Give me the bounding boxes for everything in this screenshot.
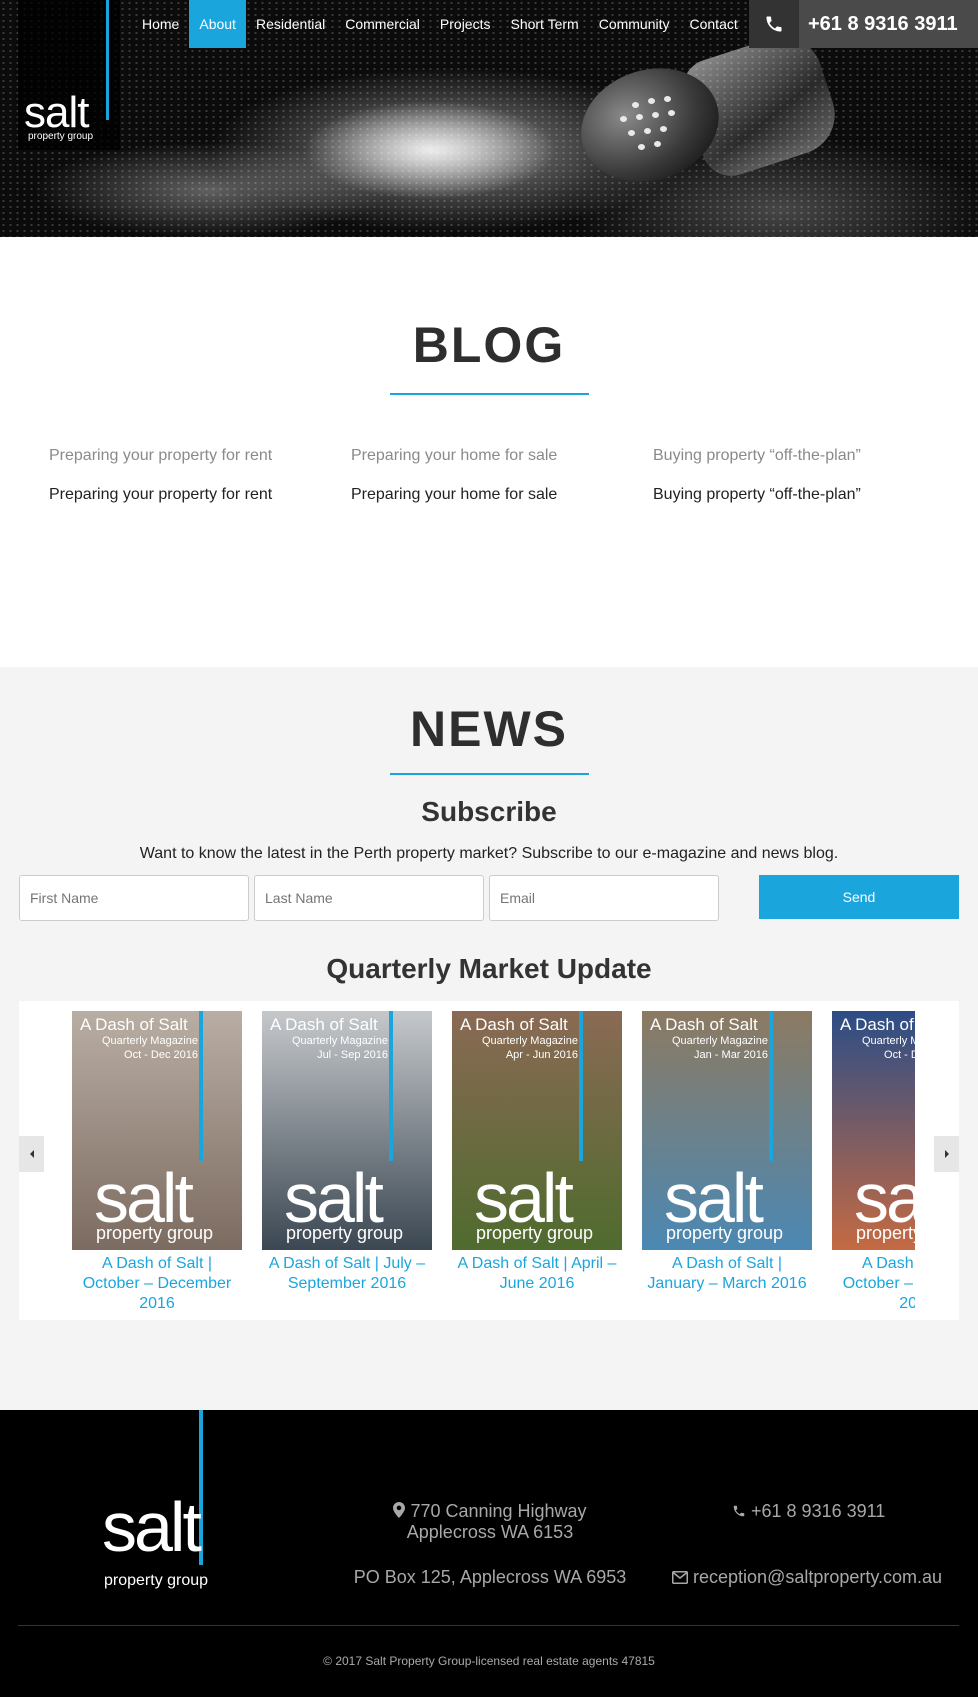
magazine-caption-link[interactable]: A Dash of Salt | July – September 2016 [262,1254,432,1294]
blog-post-2-preview: Preparing your home for sale [351,447,558,464]
caret-right-icon [944,1150,949,1158]
footer-po-box: PO Box 125, Applecross WA 6953 [353,1567,627,1587]
cover-subtitle: Quarterly Magazine [292,1035,388,1047]
cover-date: Oct - Dec 2016 [124,1049,198,1061]
send-button[interactable]: Send [759,875,959,919]
blog-title-underline [390,393,589,395]
blog-post-3-preview: Buying property “off-the-plan” [653,447,861,464]
magazine-item[interactable]: A Dash of Salt Quarterly Magazine Apr - … [452,1011,622,1294]
news-title-underline [390,773,589,775]
envelope-icon [672,1567,693,1587]
cover-subtitle: Quarterly Magazine [672,1035,768,1047]
magazine-cover[interactable]: A Dash of Salt Quarterly Magazine Jul - … [262,1011,432,1250]
cover-title: A Dash of Salt [460,1015,568,1034]
nav-short-term[interactable]: Short Term [500,0,588,48]
cover-subtitle: Quarterly Magazine [102,1035,198,1047]
subscribe-heading: Subscribe [421,796,557,827]
cover-title: A Dash of Salt [650,1015,758,1034]
magazine-cover[interactable]: A Dash of Salt Quarterly Magazine Oct - … [832,1011,915,1250]
footer-address: 770 Canning Highway Applecross WA 6153 [340,1501,640,1543]
magazine-carousel: A Dash of Salt Quarterly Magazine Oct - … [19,1001,959,1320]
carousel-next-button[interactable] [934,1136,959,1172]
cover-logo-tagline: property group [476,1223,594,1243]
cover-date: Jul - Sep 2016 [317,1049,388,1061]
blog-post-2-link[interactable]: Preparing your home for sale [351,486,631,504]
site-footer: salt property group 770 Canning Highway … [0,1410,978,1697]
salt-shaker-image [566,26,846,199]
magazine-cover[interactable]: A Dash of Salt Quarterly Magazine Jan - … [642,1011,812,1250]
footer-email-link[interactable]: reception@saltproperty.com.au [693,1567,942,1587]
nav-residential[interactable]: Residential [246,0,335,48]
blog-post-1-link[interactable]: Preparing your property for rent [49,486,329,504]
last-name-input[interactable] [254,875,484,921]
magazine-item[interactable]: A Dash of Salt Quarterly Magazine Oct - … [72,1011,242,1311]
nav-community[interactable]: Community [589,0,680,48]
header-phone-number[interactable]: +61 8 9316 3911 [799,0,978,48]
magazine-cover[interactable]: A Dash of Salt Quarterly Magazine Oct - … [72,1011,242,1250]
nav-about[interactable]: About [189,0,246,48]
cover-title: A Dash of Salt [270,1015,378,1034]
quarterly-market-update-heading: Quarterly Market Update [326,953,652,984]
cover-accent-bar [579,1011,583,1161]
footer-phone-number[interactable]: +61 8 9316 3911 [751,1501,885,1521]
magazine-item[interactable]: A Dash of Salt Quarterly Magazine Oct - … [832,1011,915,1311]
magazine-caption-link[interactable]: A Dash of Salt | January – March 2016 [642,1254,812,1294]
footer-copyright: © 2017 Salt Property Group-licensed real… [323,1654,655,1668]
subscribe-description: Want to know the latest in the Perth pro… [139,845,839,862]
cover-date: Jan - Mar 2016 [694,1049,768,1061]
cover-accent-bar [769,1011,773,1161]
cover-title: A Dash of Salt [840,1015,915,1034]
carousel-viewport: A Dash of Salt Quarterly Magazine Oct - … [72,1011,915,1311]
cover-logo-tagline: property group [286,1223,404,1243]
caret-left-icon [29,1150,34,1158]
cover-subtitle: Quarterly Magazine [482,1035,578,1047]
blog-post-3: Buying property “off-the-plan” Buying pr… [653,447,933,504]
logo-tagline: property group [28,131,94,142]
magazine-caption-link[interactable]: A Dash of Salt | April – June 2016 [452,1254,622,1294]
blog-post-1-preview: Preparing your property for rent [49,447,273,464]
footer-address-line1: 770 Canning Highway [410,1501,587,1521]
cover-logo-tagline: property group [96,1223,214,1243]
magazine-caption-link[interactable]: A Dash of Salt | October – December 2016 [72,1254,242,1311]
footer-email[interactable]: reception@saltproperty.com.au [672,1567,972,1588]
footer-phone[interactable]: +61 8 9316 3911 [668,1501,968,1522]
blog-post-2: Preparing your home for sale Preparing y… [351,447,631,504]
cover-date: Oct - Dec 2015 [884,1049,915,1061]
nav-home[interactable]: Home [132,0,189,48]
magazine-cover[interactable]: A Dash of Salt Quarterly Magazine Apr - … [452,1011,622,1250]
news-title: NEWS [410,701,568,757]
footer-logo-wordmark: salt [102,1488,202,1566]
blog-post-1: Preparing your property for rent Prepari… [49,447,329,504]
cover-subtitle: Quarterly Magazine [862,1035,915,1047]
hero-banner: salt property group Home About Residenti… [0,0,978,237]
phone-icon[interactable] [749,0,799,48]
cover-accent-bar [199,1011,203,1161]
magazine-caption-link[interactable]: A Dash of Salt | October – December 2015 [832,1254,915,1311]
cover-title: A Dash of Salt [80,1015,188,1034]
nav-commercial[interactable]: Commercial [335,0,430,48]
map-marker-icon [393,1501,410,1521]
cover-logo-tagline: property group [856,1223,915,1243]
magazine-item[interactable]: A Dash of Salt Quarterly Magazine Jul - … [262,1011,432,1294]
cover-accent-bar [389,1011,393,1161]
main-nav: Home About Residential Commercial Projec… [132,0,748,48]
cover-logo-tagline: property group [666,1223,784,1243]
magazine-item[interactable]: A Dash of Salt Quarterly Magazine Jan - … [642,1011,812,1294]
email-input[interactable] [489,875,719,921]
footer-address-line2: Applecross WA 6153 [406,1522,574,1542]
cover-date: Apr - Jun 2016 [505,1049,578,1061]
blog-title: BLOG [412,317,566,373]
logo-accent-bar [106,0,109,120]
nav-projects[interactable]: Projects [430,0,501,48]
site-logo[interactable]: salt property group [18,0,120,150]
nav-contact[interactable]: Contact [680,0,748,48]
first-name-input[interactable] [19,875,249,921]
blog-post-3-link[interactable]: Buying property “off-the-plan” [653,486,933,504]
footer-logo-accent-bar [199,1410,203,1565]
carousel-prev-button[interactable] [19,1136,44,1172]
footer-divider [18,1625,959,1626]
footer-logo-tagline: property group [104,1572,209,1589]
phone-icon [732,1501,751,1521]
